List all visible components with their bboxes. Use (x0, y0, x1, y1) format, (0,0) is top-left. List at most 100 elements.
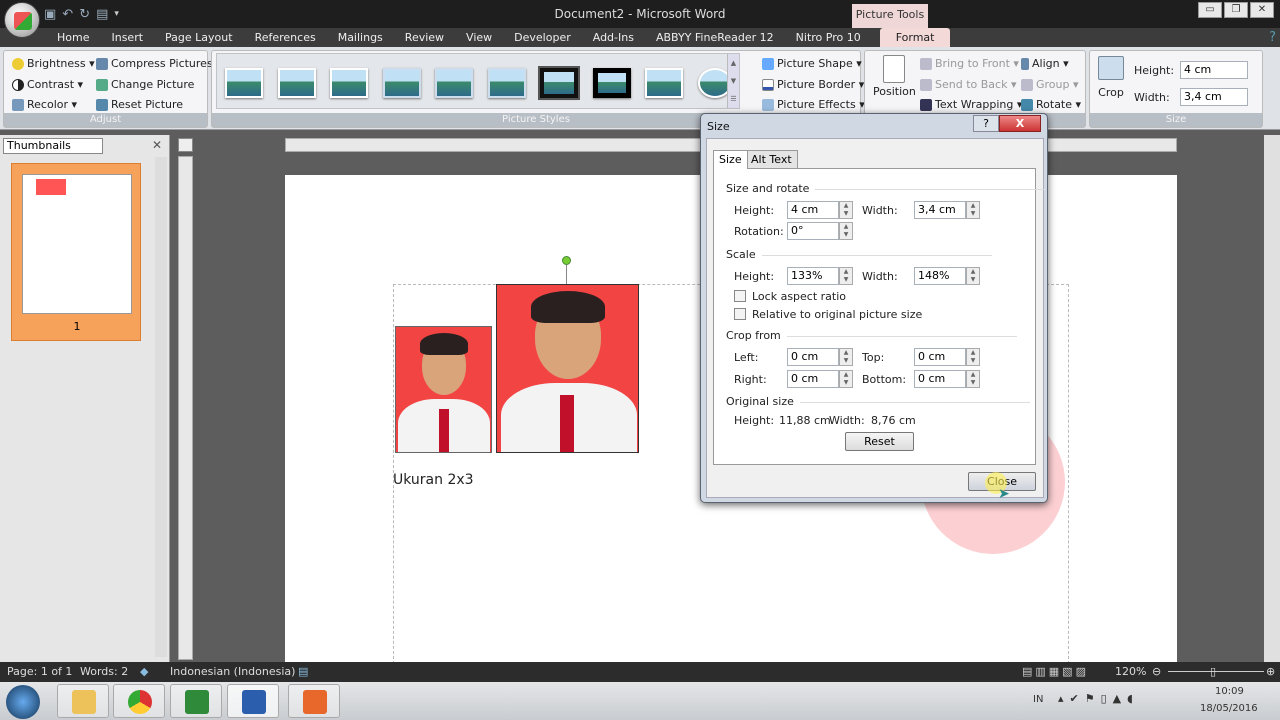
spin-arrows[interactable]: ▲ ▼ (839, 348, 853, 366)
reset-button[interactable]: Reset (845, 432, 914, 451)
rotation-spinner[interactable]: 0° ▲ ▼ (787, 222, 853, 240)
scale-width-input[interactable]: 148% (914, 267, 966, 285)
crop-bottom-spinner[interactable]: 0 cm ▲ ▼ (914, 370, 980, 388)
page-count[interactable]: Page: 1 of 1 (7, 662, 72, 682)
contrast-button[interactable]: Contrast ▾ (12, 78, 83, 91)
start-button[interactable] (6, 685, 40, 719)
spin-arrows[interactable]: ▲ ▼ (839, 267, 853, 285)
tab-references[interactable]: References (244, 28, 327, 47)
brightness-button[interactable]: Brightness ▾ (12, 57, 95, 70)
crop-right-spinner[interactable]: 0 cm ▲ ▼ (787, 370, 853, 388)
crop-left-spinner[interactable]: 0 cm ▲ ▼ (787, 348, 853, 366)
picture-effects-button[interactable]: Picture Effects ▾ (762, 98, 865, 111)
picture-style-thumb[interactable] (645, 68, 683, 98)
align-button[interactable]: Align ▾ (1021, 57, 1069, 70)
taskbar-word[interactable] (227, 684, 279, 718)
position-button[interactable]: Position (873, 55, 916, 98)
compress-pictures-button[interactable]: Compress Pictures (96, 57, 213, 70)
spin-arrows[interactable]: ▲ ▼ (966, 370, 980, 388)
pane-close-icon[interactable]: ✕ (152, 138, 162, 152)
page-thumbnail[interactable]: 1 (11, 163, 141, 341)
taskbar-chrome[interactable] (113, 684, 165, 718)
photo-small[interactable] (395, 326, 492, 453)
height-input[interactable]: 4 cm (787, 201, 839, 219)
picture-style-thumb[interactable] (383, 68, 421, 98)
picture-style-thumb[interactable] (488, 68, 526, 98)
clock-time[interactable]: 10:09 (1215, 686, 1244, 697)
tab-nitro[interactable]: Nitro Pro 10 (785, 28, 872, 47)
picture-style-thumb[interactable] (330, 68, 368, 98)
view-buttons[interactable]: ▤▥▦▧▨ (1022, 662, 1089, 682)
tab-mailings[interactable]: Mailings (327, 28, 394, 47)
lock-aspect-checkbox[interactable] (734, 290, 746, 302)
dialog-close-x-button[interactable]: X (999, 115, 1041, 132)
clock-date[interactable]: 18/05/2016 (1200, 703, 1258, 714)
spin-arrows[interactable]: ▲ ▼ (966, 201, 980, 219)
tab-selector[interactable] (178, 138, 193, 152)
rotation-input[interactable]: 0° (787, 222, 839, 240)
tab-alt-text[interactable]: Alt Text (745, 150, 798, 168)
picture-style-thumb[interactable] (225, 68, 263, 98)
input-language[interactable]: IN (1033, 694, 1043, 705)
minimize-button[interactable]: ▭ (1198, 2, 1222, 18)
language[interactable]: Indonesian (Indonesia) (170, 662, 295, 682)
tab-format[interactable]: Format (879, 28, 951, 47)
tab-developer[interactable]: Developer (503, 28, 582, 47)
zoom-slider-thumb[interactable]: ▯ (1210, 662, 1216, 682)
tray-icons[interactable]: ▴✔⚑▯▲◖ (1058, 692, 1139, 705)
picture-style-thumb[interactable] (593, 68, 631, 98)
ribbon-height-input[interactable]: 4 cm (1180, 61, 1248, 79)
relative-size-checkbox[interactable] (734, 308, 746, 320)
taskbar-excel[interactable] (170, 684, 222, 718)
picture-style-thumb[interactable] (278, 68, 316, 98)
tab-view[interactable]: View (455, 28, 503, 47)
restore-button[interactable]: ❐ (1224, 2, 1248, 18)
zoom-in-icon[interactable]: ⊕ (1266, 662, 1275, 682)
bring-to-front-button[interactable]: Bring to Front ▾ (920, 57, 1019, 70)
macro-icon[interactable]: ▤ (298, 662, 308, 682)
picture-style-thumb[interactable] (538, 66, 580, 100)
spin-arrows[interactable]: ▲ ▼ (966, 348, 980, 366)
zoom-out-icon[interactable]: ⊖ (1152, 662, 1161, 682)
tab-abbyy[interactable]: ABBYY FineReader 12 (645, 28, 785, 47)
taskbar-explorer[interactable] (57, 684, 109, 718)
crop-top-spinner[interactable]: 0 cm ▲ ▼ (914, 348, 980, 366)
spin-arrows[interactable]: ▲ ▼ (966, 267, 980, 285)
recolor-button[interactable]: Recolor ▾ (12, 98, 77, 111)
reset-picture-button[interactable]: Reset Picture (96, 98, 183, 111)
caption-text[interactable]: Ukuran 2x3 (393, 472, 474, 488)
crop-button[interactable]: Crop (1098, 56, 1124, 99)
picture-shape-button[interactable]: Picture Shape ▾ (762, 57, 862, 70)
rotate-button[interactable]: Rotate ▾ (1021, 98, 1081, 111)
vertical-ruler[interactable] (178, 156, 193, 660)
word-count[interactable]: Words: 2 (80, 662, 128, 682)
tab-size[interactable]: Size (713, 150, 748, 169)
dialog-help-button[interactable]: ? (973, 115, 999, 132)
ribbon-width-input[interactable]: 3,4 cm (1180, 88, 1248, 106)
text-wrapping-button[interactable]: Text Wrapping ▾ (920, 98, 1022, 111)
spin-arrows[interactable]: ▲ ▼ (839, 201, 853, 219)
office-button[interactable] (4, 2, 40, 38)
send-to-back-button[interactable]: Send to Back ▾ (920, 78, 1016, 91)
crop-right-input[interactable]: 0 cm (787, 370, 839, 388)
pane-scrollbar[interactable] (155, 157, 167, 657)
close-window-button[interactable]: ✕ (1250, 2, 1274, 18)
height-spinner[interactable]: 4 cm ▲ ▼ (787, 201, 853, 219)
picture-border-button[interactable]: Picture Border ▾ (762, 78, 864, 91)
document-scrollbar[interactable] (1264, 135, 1280, 662)
taskbar-app-orange[interactable] (288, 684, 340, 718)
tab-insert[interactable]: Insert (100, 28, 154, 47)
spin-arrows[interactable]: ▲ ▼ (839, 222, 853, 240)
width-input[interactable]: 3,4 cm (914, 201, 966, 219)
spin-arrows[interactable]: ▲ ▼ (839, 370, 853, 388)
rotate-handle[interactable] (562, 256, 571, 265)
gallery-scroll[interactable]: ▲ ▼ ☰ (727, 54, 739, 108)
width-spinner[interactable]: 3,4 cm ▲ ▼ (914, 201, 980, 219)
tab-page-layout[interactable]: Page Layout (154, 28, 244, 47)
scale-height-spinner[interactable]: 133% ▲ ▼ (787, 267, 853, 285)
picture-style-thumb[interactable] (435, 68, 473, 98)
scale-height-input[interactable]: 133% (787, 267, 839, 285)
change-picture-button[interactable]: Change Picture (96, 78, 194, 91)
crop-top-input[interactable]: 0 cm (914, 348, 966, 366)
zoom-level[interactable]: 120% (1115, 662, 1146, 682)
